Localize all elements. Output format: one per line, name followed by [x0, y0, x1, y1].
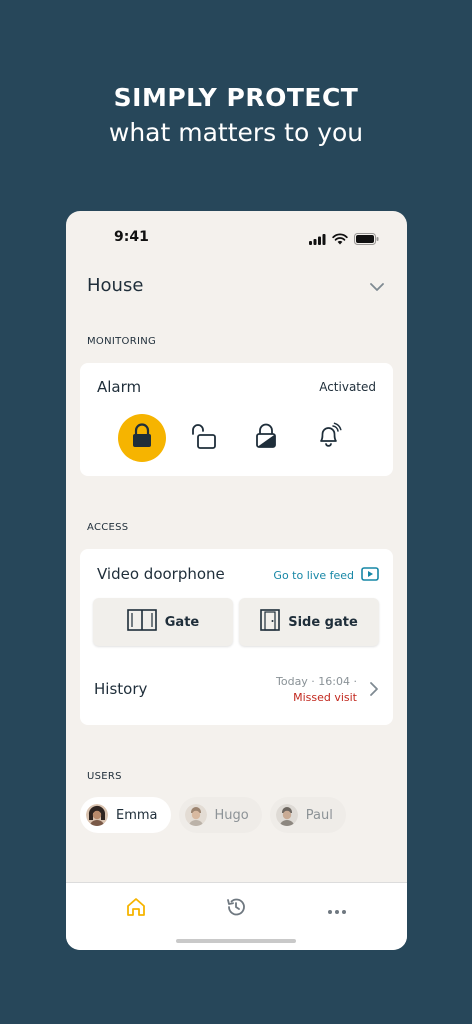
user-name: Paul: [305, 807, 333, 823]
disarm-button[interactable]: [180, 414, 228, 462]
monitoring-section-label: MONITORING: [87, 336, 157, 347]
wifi-icon: [332, 230, 348, 249]
home-icon: [125, 896, 147, 922]
signal-icon: [309, 230, 326, 249]
live-feed-link[interactable]: Go to live feed: [273, 567, 379, 584]
tab-bar: [66, 882, 407, 950]
battery-icon: [354, 230, 379, 249]
history-icon: [225, 896, 247, 922]
status-bar: 9:41: [66, 211, 407, 261]
lock-closed-icon: [130, 423, 154, 453]
status-icons: [309, 230, 379, 249]
user-chip-hugo[interactable]: Hugo: [178, 797, 262, 833]
hero: SIMPLY PROTECT what matters to you: [0, 82, 472, 150]
location-selector[interactable]: House: [87, 273, 387, 303]
alarm-card: Alarm Activated: [80, 363, 393, 476]
user-chip-paul[interactable]: Paul: [269, 797, 346, 833]
user-chip-emma[interactable]: Emma: [80, 797, 171, 833]
status-time: 9:41: [114, 229, 149, 245]
more-icon: [327, 900, 347, 919]
users-section-label: USERS: [87, 771, 122, 782]
lock-open-icon: [190, 422, 218, 454]
side-gate-label: Side gate: [288, 614, 358, 630]
chevron-right-icon: [369, 681, 379, 701]
history-date: Today · 16:04 ·: [276, 675, 357, 688]
hero-title: SIMPLY PROTECT: [113, 83, 359, 112]
user-name: Emma: [116, 807, 158, 823]
gate-button[interactable]: Gate: [93, 598, 233, 646]
gate-icon: [126, 609, 157, 635]
arm-partial-button[interactable]: [242, 414, 290, 462]
users-list: Emma Hugo Paul: [80, 797, 346, 833]
location-title: House: [87, 275, 144, 296]
hero-subtitle: what matters to you: [108, 118, 364, 147]
alarm-status: Activated: [319, 380, 376, 394]
door-icon: [260, 609, 281, 635]
gate-label: Gate: [164, 614, 200, 630]
arm-total-button[interactable]: [118, 414, 166, 462]
alarm-title: Alarm: [97, 378, 142, 396]
tab-history[interactable]: [222, 895, 250, 923]
live-feed-label: Go to live feed: [273, 569, 354, 582]
user-name: Hugo: [214, 807, 249, 823]
home-indicator: [176, 939, 296, 943]
bell-alert-icon: [315, 422, 343, 454]
tab-more[interactable]: [323, 895, 351, 923]
history-meta: Today · 16:04 · Missed visit: [276, 674, 357, 706]
access-section-label: ACCESS: [87, 522, 129, 533]
lock-partial-icon: [254, 423, 278, 453]
side-gate-button[interactable]: Side gate: [239, 598, 379, 646]
alarm-siren-button[interactable]: [305, 414, 353, 462]
chevron-down-icon[interactable]: [367, 277, 387, 297]
history-row[interactable]: History Today · 16:04 · Missed visit: [94, 669, 379, 709]
avatar: [86, 804, 108, 826]
history-event: Missed visit: [293, 691, 357, 704]
doorphone-title: Video doorphone: [97, 565, 225, 583]
tab-home[interactable]: [122, 895, 150, 923]
avatar: [275, 804, 298, 826]
phone-screen: 9:41 House MONITORING Alarm Activated AC…: [66, 211, 407, 950]
access-card: Video doorphone Go to live feed Gate Sid…: [80, 549, 393, 725]
video-play-icon: [361, 567, 379, 584]
history-label: History: [94, 680, 148, 698]
avatar: [184, 804, 207, 826]
